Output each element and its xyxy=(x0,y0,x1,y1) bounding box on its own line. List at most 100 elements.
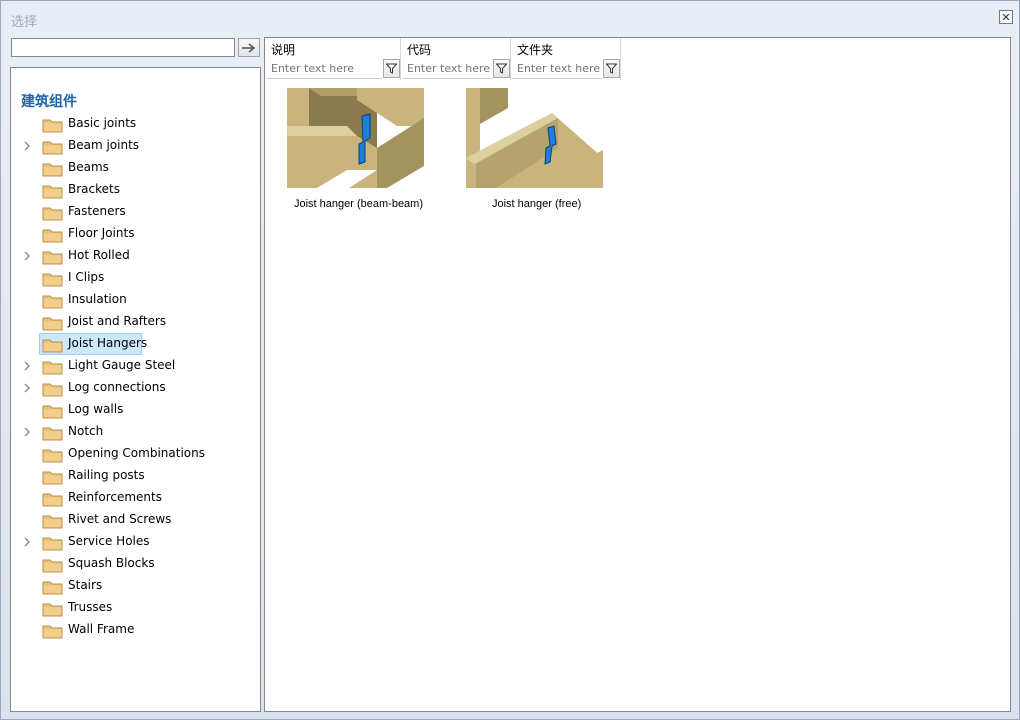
tree-item[interactable]: Notch xyxy=(11,421,251,443)
funnel-icon xyxy=(606,63,617,74)
column-filter-input[interactable] xyxy=(512,59,602,79)
chevron-right-icon[interactable] xyxy=(22,250,32,262)
tree-item[interactable]: Joist Hangers xyxy=(11,333,251,355)
tree-item-label: I Clips xyxy=(68,270,105,284)
folder-icon xyxy=(42,119,63,133)
category-tree[interactable]: 建筑组件 Basic joints Beam joints Beams Bracket… xyxy=(10,67,261,712)
tree-item-label: Railing posts xyxy=(68,468,145,482)
tree-item[interactable]: Reinforcements xyxy=(11,487,251,509)
folder-icon xyxy=(42,405,63,419)
tree-item[interactable]: Beam joints xyxy=(11,135,251,157)
folder-icon xyxy=(42,449,63,463)
folder-icon xyxy=(42,317,63,331)
tree-item[interactable]: Floor Joints xyxy=(11,223,251,245)
folder-icon xyxy=(42,207,63,221)
tree-item[interactable]: Insulation xyxy=(11,289,251,311)
tree-item[interactable]: I Clips xyxy=(11,267,251,289)
search-input[interactable] xyxy=(11,38,235,57)
arrow-right-icon xyxy=(242,42,256,53)
folder-icon xyxy=(42,251,63,265)
folder-icon xyxy=(42,537,63,551)
window-title: 选择 xyxy=(11,15,38,30)
tree-item-label: Notch xyxy=(68,424,104,438)
funnel-icon xyxy=(496,63,507,74)
chevron-right-icon[interactable] xyxy=(22,140,32,152)
tree-item[interactable]: Log walls xyxy=(11,399,251,421)
tree-item[interactable]: Railing posts xyxy=(11,465,251,487)
folder-icon xyxy=(42,581,63,595)
folder-icon xyxy=(42,427,63,441)
search-go-button[interactable] xyxy=(238,38,260,57)
tree-item[interactable]: Opening Combinations xyxy=(11,443,251,465)
tree-item[interactable]: Beams xyxy=(11,157,251,179)
tree-item[interactable]: Brackets xyxy=(11,179,251,201)
tree-item[interactable]: Stairs xyxy=(11,575,251,597)
tree-item-label: Stairs xyxy=(68,578,103,592)
tree-item-label: Beams xyxy=(68,160,109,174)
tree-item-label: Fasteners xyxy=(68,204,126,218)
filter-button[interactable] xyxy=(493,59,510,78)
tree-item[interactable]: Hot Rolled xyxy=(11,245,251,267)
selection-dialog: 选择 ✕ 建筑组件 Basic joints Beam joints Beams Br… xyxy=(0,0,1020,720)
tree-item-label: Reinforcements xyxy=(68,490,162,504)
close-icon: ✕ xyxy=(1001,10,1011,24)
chevron-right-icon[interactable] xyxy=(22,360,32,372)
thumbnail-caption: Joist hanger (beam-beam) xyxy=(294,198,424,210)
tree-item[interactable]: Trusses xyxy=(11,597,251,619)
title-bar: 选择 ✕ xyxy=(1,1,1019,35)
folder-icon xyxy=(42,361,63,375)
folder-icon xyxy=(42,515,63,529)
chevron-right-icon[interactable] xyxy=(22,536,32,548)
folder-icon xyxy=(42,493,63,507)
column-filter-input[interactable] xyxy=(402,59,492,79)
chevron-right-icon[interactable] xyxy=(22,426,32,438)
column-header[interactable]: 文件夹 xyxy=(511,38,621,80)
folder-icon xyxy=(42,295,63,309)
funnel-icon xyxy=(386,63,397,74)
tree-item[interactable]: Light Gauge Steel xyxy=(11,355,251,377)
tree-item-label: Opening Combinations xyxy=(68,446,205,460)
column-filter-input[interactable] xyxy=(266,59,382,79)
folder-icon xyxy=(42,141,63,155)
column-title: 说明 xyxy=(271,43,296,57)
close-button[interactable]: ✕ xyxy=(999,10,1013,24)
tree-item-label: Trusses xyxy=(68,600,113,614)
joist-hanger-beam-beam-image xyxy=(287,88,424,188)
folder-icon xyxy=(42,339,63,353)
tree-item[interactable]: Service Holes xyxy=(11,531,251,553)
tree-item-label: Joist Hangers xyxy=(68,336,148,350)
folder-icon xyxy=(42,383,63,397)
tree-item[interactable]: Fasteners xyxy=(11,201,251,223)
tree-item-label: Hot Rolled xyxy=(68,248,130,262)
folder-icon xyxy=(42,603,63,617)
folder-icon xyxy=(42,163,63,177)
tree-item-label: Brackets xyxy=(68,182,120,196)
column-header[interactable]: 说明 xyxy=(265,38,401,80)
tree-item[interactable]: Squash Blocks xyxy=(11,553,251,575)
chevron-right-icon[interactable] xyxy=(22,382,32,394)
folder-icon xyxy=(42,273,63,287)
tree-item-label: Floor Joints xyxy=(68,226,135,240)
folder-icon xyxy=(42,471,63,485)
joist-hanger-free-image xyxy=(466,88,603,188)
tree-item[interactable]: Log connections xyxy=(11,377,251,399)
tree-item[interactable]: Rivet and Screws xyxy=(11,509,251,531)
folder-icon xyxy=(42,625,63,639)
thumbnail-caption: Joist hanger (free) xyxy=(492,198,582,210)
column-title: 文件夹 xyxy=(517,43,554,57)
tree-item-label: Basic joints xyxy=(68,116,137,130)
folder-icon xyxy=(42,559,63,573)
filter-button[interactable] xyxy=(383,59,400,78)
tree-item-label: Service Holes xyxy=(68,534,150,548)
filter-button[interactable] xyxy=(603,59,620,78)
column-header[interactable]: 代码 xyxy=(401,38,511,80)
column-title: 代码 xyxy=(407,43,432,57)
tree-item-label: Beam joints xyxy=(68,138,140,152)
tree-item-label: Rivet and Screws xyxy=(68,512,172,526)
tree-item[interactable]: Joist and Rafters xyxy=(11,311,251,333)
tree-root-label: 建筑组件 xyxy=(21,94,77,110)
tree-item-label: Log connections xyxy=(68,380,166,394)
tree-item[interactable]: Wall Frame xyxy=(11,619,251,641)
tree-item-label: Light Gauge Steel xyxy=(68,358,176,372)
tree-item[interactable]: Basic joints xyxy=(11,113,251,135)
